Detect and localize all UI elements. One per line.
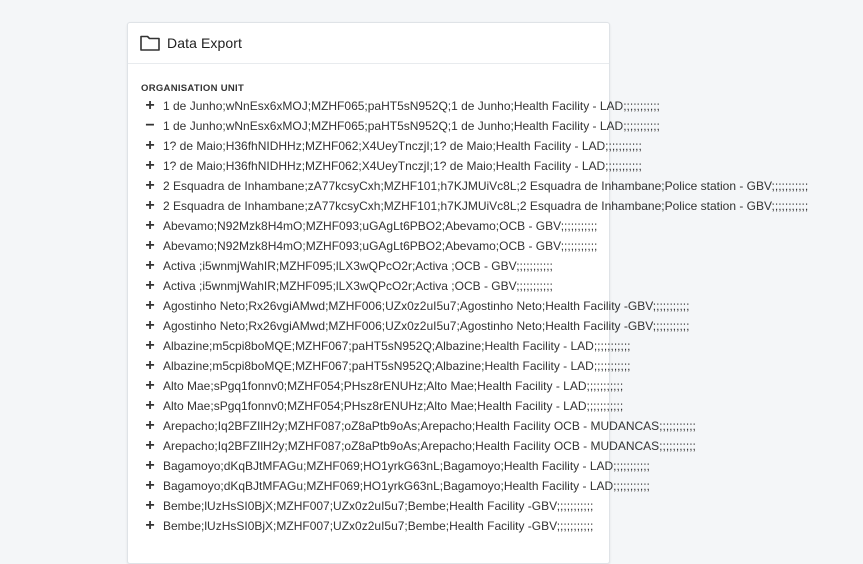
tree-item[interactable]: +1 de Junho;wNnEsx6xMOJ;MZHF065;paHT5sN9… (144, 96, 808, 116)
tree-item[interactable]: + Albazine;m5cpi8boMQE;MZHF067;paHT5sN952… (144, 356, 808, 376)
expand-icon[interactable]: + (144, 396, 156, 416)
expand-icon[interactable]: + (144, 196, 156, 216)
expand-icon[interactable]: + (144, 356, 156, 376)
expand-icon[interactable]: + (144, 236, 156, 256)
tree-item[interactable]: +2 Esquadra de Inhambane;zA77kcsyCxh;MZH… (144, 196, 808, 216)
tree-item-label[interactable]: Activa ;i5wnmjWahIR;MZHF095;lLX3wQPcO2r;… (163, 276, 553, 296)
tree-item-label[interactable]: 1? de Maio;H36fhNIDHHz;MZHF062;X4UeyTncz… (163, 136, 642, 156)
tree-item-label[interactable]: Abevamo;N92Mzk8H4mO;MZHF093;uGAgLt6PBO2;… (163, 216, 597, 236)
expand-icon[interactable]: + (144, 496, 156, 516)
expand-icon[interactable]: + (144, 176, 156, 196)
tree-item[interactable]: + Albazine;m5cpi8boMQE;MZHF067;paHT5sN952… (144, 336, 808, 356)
tree-item-label[interactable]: Arepacho;Iq2BFZIlH2y;MZHF087;oZ8aPtb9oAs… (163, 436, 696, 456)
tree-item[interactable]: + Bagamoyo;dKqBJtMFAGu;MZHF069;HO1yrkG63n… (144, 456, 808, 476)
tree-item-label[interactable]: Agostinho Neto;Rx26vgiAMwd;MZHF006;UZx0z… (163, 296, 689, 316)
tree-item-label[interactable]: Alto Mae;sPgq1fonnv0;MZHF054;PHsz8rENUHz… (163, 376, 623, 396)
section-label: ORGANISATION UNIT (141, 83, 245, 94)
tree-item[interactable]: +1? de Maio;H36fhNIDHHz;MZHF062;X4UeyTnc… (144, 136, 808, 156)
tree-item[interactable]: + Abevamo;N92Mzk8H4mO;MZHF093;uGAgLt6PBO2… (144, 236, 808, 256)
tree-item[interactable]: + Arepacho;Iq2BFZIlH2y;MZHF087;oZ8aPtb9oA… (144, 416, 808, 436)
expand-icon[interactable]: + (144, 316, 156, 336)
expand-icon[interactable]: + (144, 136, 156, 156)
tree-item-label[interactable]: Bembe;lUzHsSI0BjX;MZHF007;UZx0z2uI5u7;Be… (163, 496, 593, 516)
org-unit-tree: +1 de Junho;wNnEsx6xMOJ;MZHF065;paHT5sN9… (144, 96, 808, 536)
tree-item-label[interactable]: Bagamoyo;dKqBJtMFAGu;MZHF069;HO1yrkG63nL… (163, 476, 650, 496)
expand-icon[interactable]: + (144, 156, 156, 176)
data-export-panel: Data Export ORGANISATION UNIT +1 de Junh… (127, 22, 808, 564)
panel-title: Data Export (167, 35, 243, 51)
tree-item[interactable]: + Agostinho Neto;Rx26vgiAMwd;MZHF006;UZx0… (144, 296, 808, 316)
folder-icon (140, 35, 160, 51)
tree-item-label[interactable]: Alto Mae;sPgq1fonnv0;MZHF054;PHsz8rENUHz… (163, 396, 623, 416)
tree-item[interactable]: + Abevamo;N92Mzk8H4mO;MZHF093;uGAgLt6PBO2… (144, 216, 808, 236)
tree-item[interactable]: −1 de Junho;wNnEsx6xMOJ;MZHF065;paHT5sN9… (144, 116, 808, 136)
tree-item-label[interactable]: 2 Esquadra de Inhambane;zA77kcsyCxh;MZHF… (163, 176, 808, 196)
expand-icon[interactable]: + (144, 436, 156, 456)
tree-item[interactable]: + Bembe;lUzHsSI0BjX;MZHF007;UZx0z2uI5u7;B… (144, 516, 808, 536)
tree-item-label[interactable]: 2 Esquadra de Inhambane;zA77kcsyCxh;MZHF… (163, 196, 808, 216)
tree-item[interactable]: + Activa ;i5wnmjWahIR;MZHF095;lLX3wQPcO2r… (144, 256, 808, 276)
expand-icon[interactable]: + (144, 336, 156, 356)
tree-item[interactable]: + Alto Mae;sPgq1fonnv0;MZHF054;PHsz8rENUH… (144, 396, 808, 416)
expand-icon[interactable]: + (144, 216, 156, 236)
expand-icon[interactable]: + (144, 96, 156, 116)
tree-item[interactable]: + Bembe;lUzHsSI0BjX;MZHF007;UZx0z2uI5u7;B… (144, 496, 808, 516)
tree-item-label[interactable]: Bembe;lUzHsSI0BjX;MZHF007;UZx0z2uI5u7;Be… (163, 516, 593, 536)
tree-item-label[interactable]: Arepacho;Iq2BFZIlH2y;MZHF087;oZ8aPtb9oAs… (163, 416, 696, 436)
tree-item-label[interactable]: Activa ;i5wnmjWahIR;MZHF095;lLX3wQPcO2r;… (163, 256, 553, 276)
tree-item[interactable]: + Agostinho Neto;Rx26vgiAMwd;MZHF006;UZx0… (144, 316, 808, 336)
expand-icon[interactable]: + (144, 256, 156, 276)
expand-icon[interactable]: + (144, 516, 156, 536)
expand-icon[interactable]: + (144, 376, 156, 396)
tree-item-label[interactable]: Agostinho Neto;Rx26vgiAMwd;MZHF006;UZx0z… (163, 316, 689, 336)
tree-item[interactable]: + Bagamoyo;dKqBJtMFAGu;MZHF069;HO1yrkG63n… (144, 476, 808, 496)
expand-icon[interactable]: + (144, 456, 156, 476)
tree-item[interactable]: +1? de Maio;H36fhNIDHHz;MZHF062;X4UeyTnc… (144, 156, 808, 176)
tree-item-label[interactable]: Albazine;m5cpi8boMQE;MZHF067;paHT5sN952Q… (163, 336, 631, 356)
tree-item[interactable]: + Activa ;i5wnmjWahIR;MZHF095;lLX3wQPcO2r… (144, 276, 808, 296)
expand-icon[interactable]: + (144, 276, 156, 296)
tree-item[interactable]: + Alto Mae;sPgq1fonnv0;MZHF054;PHsz8rENUH… (144, 376, 808, 396)
expand-icon[interactable]: + (144, 296, 156, 316)
tree-item-label[interactable]: Albazine;m5cpi8boMQE;MZHF067;paHT5sN952Q… (163, 356, 631, 376)
panel-header: Data Export (128, 23, 609, 64)
collapse-icon[interactable]: − (144, 116, 156, 136)
tree-item-label[interactable]: 1? de Maio;H36fhNIDHHz;MZHF062;X4UeyTncz… (163, 156, 642, 176)
expand-icon[interactable]: + (144, 416, 156, 436)
expand-icon[interactable]: + (144, 476, 156, 496)
tree-item-label[interactable]: Abevamo;N92Mzk8H4mO;MZHF093;uGAgLt6PBO2;… (163, 236, 597, 256)
tree-item[interactable]: + Arepacho;Iq2BFZIlH2y;MZHF087;oZ8aPtb9oA… (144, 436, 808, 456)
tree-item-label[interactable]: Bagamoyo;dKqBJtMFAGu;MZHF069;HO1yrkG63nL… (163, 456, 650, 476)
tree-item-label[interactable]: 1 de Junho;wNnEsx6xMOJ;MZHF065;paHT5sN95… (163, 116, 660, 136)
tree-item-label[interactable]: 1 de Junho;wNnEsx6xMOJ;MZHF065;paHT5sN95… (163, 96, 660, 116)
tree-item[interactable]: +2 Esquadra de Inhambane;zA77kcsyCxh;MZH… (144, 176, 808, 196)
